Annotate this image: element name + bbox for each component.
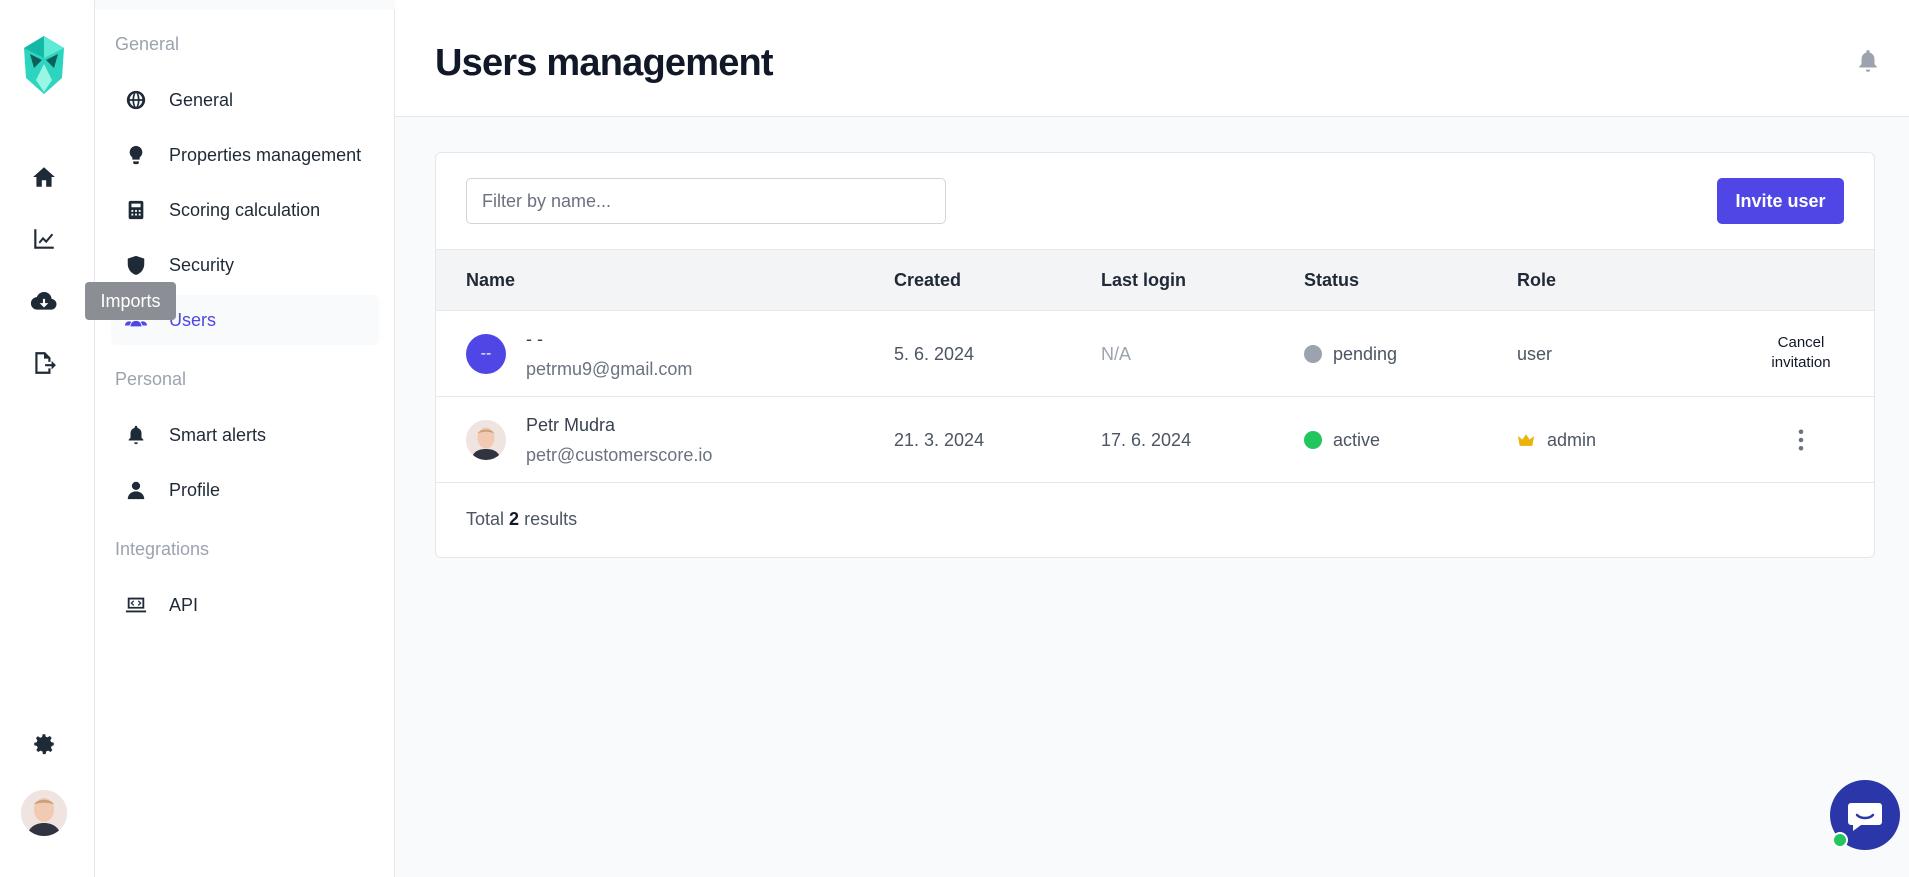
gear-icon[interactable] — [26, 726, 62, 762]
code-laptop-icon — [123, 592, 149, 618]
globe-icon — [123, 87, 149, 113]
sidebar-item-api[interactable]: API — [111, 580, 379, 630]
imports-tooltip: Imports — [85, 282, 176, 320]
column-header-role[interactable]: Role — [1517, 270, 1556, 291]
sidebar-item-smart-alerts[interactable]: Smart alerts — [111, 410, 379, 460]
sidebar-item-scoring-calculation[interactable]: Scoring calculation — [111, 185, 379, 235]
users-card: Invite user Name Created Last login Stat… — [435, 152, 1875, 558]
chart-line-icon[interactable] — [26, 221, 62, 257]
user-avatar[interactable] — [21, 790, 67, 836]
user-role: user — [1517, 344, 1553, 364]
filter-input[interactable] — [466, 178, 946, 224]
table-row: -- - - petrmu9@gmail.com 5. 6. 2024 N/A … — [436, 311, 1874, 397]
lightbulb-icon — [123, 142, 149, 168]
status-badge: active — [1333, 430, 1381, 450]
app-logo[interactable] — [22, 34, 66, 96]
section-title-general: General — [115, 34, 180, 54]
user-email: petrmu9@gmail.com — [526, 359, 693, 379]
total-prefix: Total — [466, 509, 505, 529]
last-login: 17. 6. 2024 — [1101, 430, 1192, 450]
chat-bubble-icon — [1848, 803, 1882, 831]
invite-user-button[interactable]: Invite user — [1717, 178, 1844, 224]
total-count: 2 — [509, 509, 520, 529]
file-export-icon[interactable] — [26, 345, 62, 381]
settings-sidebar: General General Properties management Sc… — [95, 10, 395, 877]
sidebar-item-profile[interactable]: Profile — [111, 465, 379, 515]
icon-rail — [0, 0, 95, 877]
main-content: Users management Invite user Name Create… — [395, 0, 1909, 877]
user-role: admin — [1547, 430, 1597, 450]
home-icon[interactable] — [26, 159, 62, 195]
page-title: Users management — [435, 42, 774, 84]
bell-icon — [123, 422, 149, 448]
status-dot-pending — [1304, 345, 1322, 363]
shield-icon — [123, 252, 149, 278]
user-name: - - — [526, 329, 543, 349]
column-header-last-login[interactable]: Last login — [1101, 270, 1186, 291]
status-dot-active — [1304, 431, 1322, 449]
sidebar-item-label: Security — [169, 254, 235, 275]
column-header-created[interactable]: Created — [894, 270, 961, 291]
created-date: 5. 6. 2024 — [894, 344, 975, 364]
results-count: Total 2 results — [466, 509, 577, 530]
sidebar-item-label: API — [169, 594, 199, 615]
user-name: Petr Mudra — [526, 415, 616, 435]
user-icon — [123, 477, 149, 503]
calculator-icon — [123, 197, 149, 223]
row-actions-menu-icon[interactable] — [1786, 425, 1816, 455]
section-title-personal: Personal — [115, 369, 187, 389]
column-header-status[interactable]: Status — [1304, 270, 1359, 291]
table-row: Petr Mudra petr@customerscore.io 21. 3. … — [436, 397, 1874, 483]
user-email: petr@customerscore.io — [526, 445, 713, 465]
page-header: Users management — [395, 0, 1909, 117]
column-header-name[interactable]: Name — [466, 270, 515, 291]
sidebar-item-properties-management[interactable]: Properties management — [111, 130, 379, 180]
cancel-invitation-button[interactable]: Cancel invitation — [1746, 333, 1856, 373]
total-suffix: results — [524, 509, 578, 529]
section-title-integrations: Integrations — [115, 539, 210, 559]
chat-widget-button[interactable] — [1830, 780, 1900, 850]
sidebar-item-label: Users — [169, 309, 217, 330]
notifications-bell-icon[interactable] — [1855, 48, 1885, 78]
avatar — [466, 420, 506, 460]
sidebar-item-label: Properties management — [169, 144, 362, 165]
table-header: Name Created Last login Status Role — [436, 249, 1874, 311]
sidebar-item-label: Profile — [169, 479, 221, 500]
online-status-dot — [1832, 832, 1848, 848]
sidebar-item-label: General — [169, 89, 234, 110]
crown-icon — [1517, 432, 1537, 450]
sidebar-item-label: Scoring calculation — [169, 199, 321, 220]
avatar: -- — [466, 334, 506, 374]
sidebar-item-label: Smart alerts — [169, 424, 267, 445]
created-date: 21. 3. 2024 — [894, 430, 985, 450]
status-badge: pending — [1333, 344, 1398, 364]
sidebar-item-general[interactable]: General — [111, 75, 379, 125]
cloud-download-icon[interactable] — [26, 283, 62, 319]
last-login: N/A — [1101, 344, 1132, 364]
